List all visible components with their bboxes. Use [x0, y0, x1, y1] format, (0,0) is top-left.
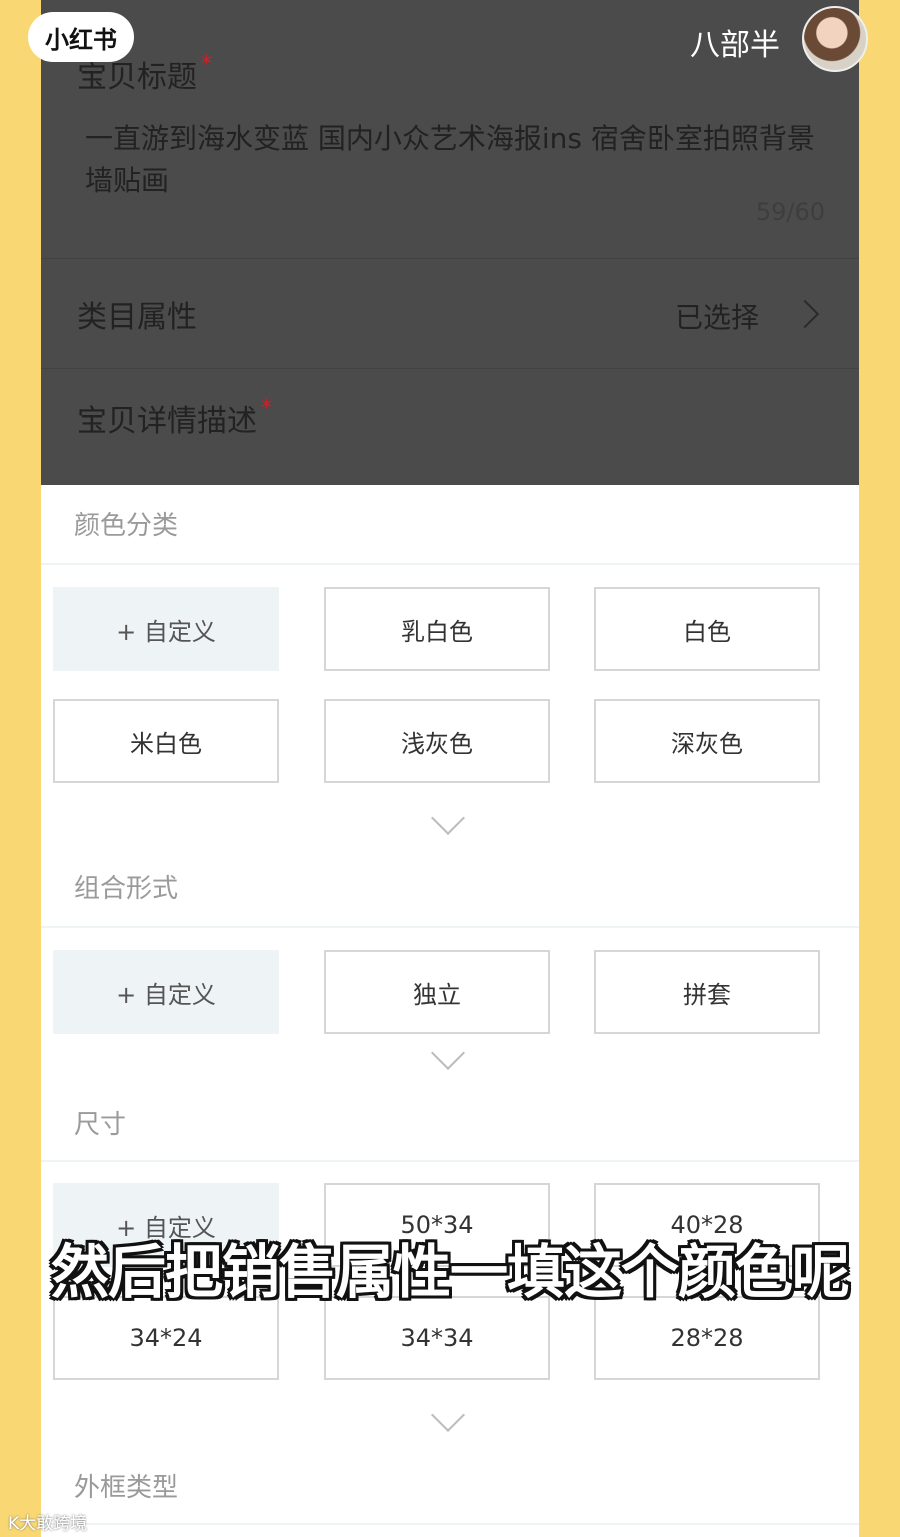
char-counter: 59/60 [755, 198, 825, 226]
required-mark: * [201, 52, 212, 77]
category-attr-label[interactable]: 类目属性 [77, 292, 197, 336]
color-option[interactable]: 米白色 [53, 699, 279, 783]
item-desc-label: 宝贝详情描述 * [77, 396, 272, 440]
color-option[interactable]: 深灰色 [594, 699, 820, 783]
avatar [802, 6, 868, 72]
section-title-color: 颜色分类 [74, 511, 179, 541]
divider [41, 258, 859, 259]
video-subtitle: 然后把销售属性一填这个颜色呢 [50, 1238, 850, 1306]
custom-option-button[interactable]: + 自定义 [53, 587, 279, 671]
section-title-size: 尺寸 [74, 1110, 127, 1140]
combo-option[interactable]: 独立 [324, 950, 550, 1034]
item-title-label-text: 宝贝标题 [77, 60, 197, 95]
username: 八部半 [690, 28, 780, 63]
dimmed-form-background: 宝贝标题 * 一直游到海水变蓝 国内小众艺术海报ins 宿舍卧室拍照背景墙贴画 5… [41, 0, 859, 485]
section-divider [41, 1160, 859, 1162]
chevron-down-icon[interactable] [431, 1036, 465, 1070]
color-option[interactable]: 乳白色 [324, 587, 550, 671]
section-divider [41, 1523, 859, 1525]
item-title-input[interactable]: 一直游到海水变蓝 国内小众艺术海报ins 宿舍卧室拍照背景墙贴画 [85, 118, 825, 202]
color-option[interactable]: 浅灰色 [324, 699, 550, 783]
divider [41, 368, 859, 369]
required-mark: * [261, 396, 272, 421]
watermark: K大敢跨境 [8, 1514, 88, 1534]
xiaohongshu-logo: 小红书 [28, 12, 134, 62]
combo-option[interactable]: 拼套 [594, 950, 820, 1034]
item-desc-label-text: 宝贝详情描述 [77, 404, 257, 439]
section-divider [41, 563, 859, 565]
color-option[interactable]: 白色 [594, 587, 820, 671]
category-attr-value[interactable]: 已选择 [675, 296, 759, 336]
custom-option-button[interactable]: + 自定义 [53, 950, 279, 1034]
chevron-right-icon[interactable] [790, 299, 820, 329]
section-title-combo: 组合形式 [74, 874, 179, 904]
section-title-frame: 外框类型 [74, 1473, 179, 1503]
section-divider [41, 926, 859, 928]
chevron-down-icon[interactable] [431, 801, 465, 835]
chevron-down-icon[interactable] [431, 1398, 465, 1432]
